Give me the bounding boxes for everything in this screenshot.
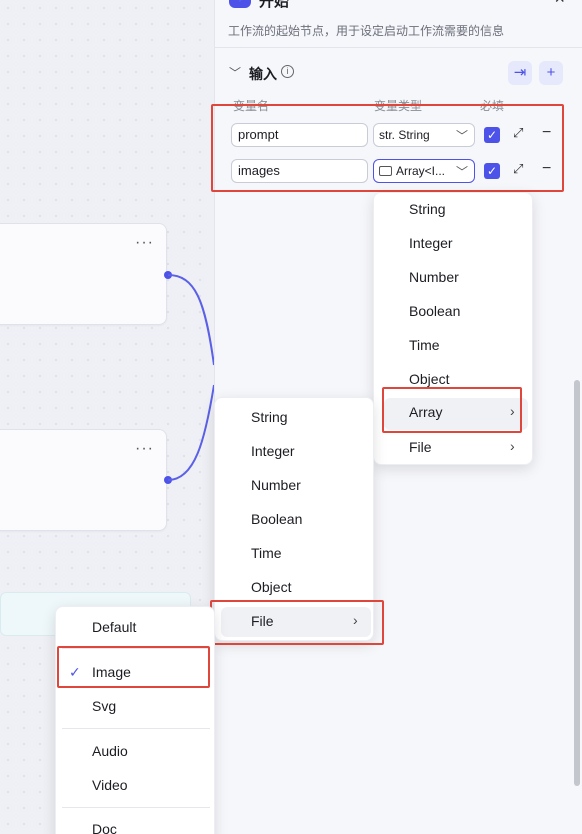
menu-separator [62,728,210,729]
variable-type-select[interactable]: Array<I... ﹀ [373,159,475,183]
variable-type-select[interactable]: str. String ﹀ [373,123,475,147]
chevron-right-icon: › [353,612,358,628]
menu-item-time[interactable]: Time [215,539,375,569]
panel-header: ◔ 开始 × 工作流的起始节点，用于设定启动工作流需要的信息 [215,0,582,48]
menu-item-boolean[interactable]: Boolean [215,505,375,535]
input-section-title: 输入 [249,66,277,82]
menu-item-integer[interactable]: Integer [374,229,534,259]
chevron-down-icon: ﹀ [455,129,468,143]
array-sub-menu: String Integer Number Boolean Time Objec… [214,397,374,641]
menu-item-object[interactable]: Object [215,573,375,603]
chevron-right-icon: › [510,438,515,454]
column-name-label: 变量名 [233,99,270,113]
import-icon[interactable]: ⇥ [508,61,532,85]
start-icon: ◔ [229,0,251,8]
panel-description: 工作流的起始节点，用于设定启动工作流需要的信息 [228,24,505,38]
menu-item-number[interactable]: Number [374,263,534,293]
file-type-sub-menu: Default ✓ Image Svg Audio Video Doc [55,606,215,834]
required-checkbox[interactable]: ✓ [484,127,500,143]
menu-item-string[interactable]: String [215,403,375,433]
menu-item-svg[interactable]: Svg [56,692,216,722]
expand-icon[interactable]: ⤢ [513,161,523,177]
chevron-down-icon: ﹀ [455,165,468,179]
menu-item-audio[interactable]: Audio [56,737,216,767]
variable-type-value: Array<I... [396,164,446,178]
menu-item-string[interactable]: String [374,195,534,225]
plus-icon[interactable]: + [539,61,563,85]
menu-separator [62,648,210,649]
menu-item-boolean[interactable]: Boolean [374,297,534,327]
type-dropdown-menu: String Integer Number Boolean Time Objec… [373,192,533,465]
menu-item-file[interactable]: File › [374,433,534,463]
variable-type-value: str. String [379,128,430,142]
info-icon[interactable]: i [281,65,294,78]
menu-item-video[interactable]: Video [56,771,216,801]
menu-item-doc[interactable]: Doc [56,815,216,834]
menu-item-object[interactable]: Object [374,365,534,395]
check-icon: ✓ [486,164,498,178]
column-required-label: 必填 [480,99,505,113]
variable-row: prompt str. String ﹀ ✓ ⤢ − [231,123,571,147]
minus-icon[interactable]: − [542,160,551,178]
menu-item-integer[interactable]: Integer [215,437,375,467]
column-type-label: 变量类型 [374,99,423,113]
variable-row: images Array<I... ﹀ ✓ ⤢ − [231,159,571,183]
panel-scrollbar[interactable] [574,380,580,786]
panel-title: 开始 [259,0,290,10]
connection-lines [167,274,215,481]
chevron-right-icon: › [510,403,515,419]
check-icon: ✓ [69,664,81,680]
expand-icon[interactable]: ⤢ [513,125,523,141]
menu-item-file[interactable]: File › [221,607,371,637]
close-icon[interactable]: × [554,0,565,9]
menu-item-default[interactable]: Default [56,613,216,643]
required-checkbox[interactable]: ✓ [484,163,500,179]
check-icon: ✓ [486,128,498,142]
image-type-icon [379,166,392,176]
variable-name-input[interactable]: images [231,159,368,183]
chevron-down-icon[interactable]: ﹀ [229,64,241,81]
minus-icon[interactable]: − [542,124,551,142]
menu-item-image[interactable]: ✓ Image [56,658,216,688]
menu-item-time[interactable]: Time [374,331,534,361]
menu-separator [62,807,210,808]
menu-item-number[interactable]: Number [215,471,375,501]
menu-item-array[interactable]: Array › [384,398,528,430]
variable-name-input[interactable]: prompt [231,123,368,147]
